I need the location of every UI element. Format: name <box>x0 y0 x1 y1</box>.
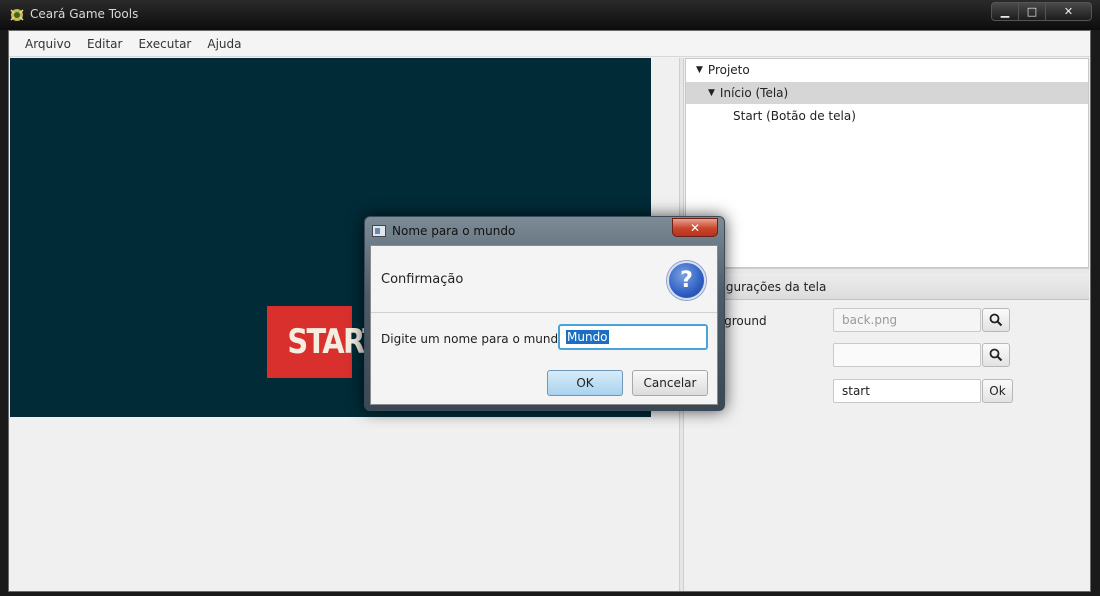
search-icon <box>989 348 1003 362</box>
screen-settings-panel: Configurações da tela Background back.pn… <box>685 274 1089 591</box>
project-tree: ▼ Projeto ▼ Início (Tela) Start (Botão d… <box>685 58 1089 268</box>
menu-bar: Arquivo Editar Executar Ajuda <box>9 31 1090 57</box>
minimize-button[interactable]: ▁ <box>991 2 1019 21</box>
menu-executar[interactable]: Executar <box>130 37 199 51</box>
menu-ajuda[interactable]: Ajuda <box>199 37 249 51</box>
secondary-file-field[interactable] <box>833 343 981 367</box>
search-icon <box>989 313 1003 327</box>
dialog-header-text: Confirmação <box>381 272 464 287</box>
app-window: Ceará Game Tools ▁ □ ✕ Arquivo Editar Ex… <box>0 0 1100 596</box>
app-logo-icon <box>10 9 24 21</box>
right-panel: ▼ Projeto ▼ Início (Tela) Start (Botão d… <box>685 58 1089 591</box>
name-world-dialog: Nome para o mundo ✕ Confirmação ? Digite… <box>364 216 725 411</box>
maximize-icon: □ <box>1026 5 1038 18</box>
expand-triangle-icon[interactable]: ▼ <box>696 65 703 75</box>
expand-triangle-icon[interactable]: ▼ <box>708 88 715 98</box>
dialog-window-icon <box>372 225 386 237</box>
browse-background-button[interactable] <box>982 308 1010 332</box>
name-ok-button[interactable]: Ok <box>982 379 1013 403</box>
dialog-header: Confirmação ? <box>371 246 717 313</box>
minimize-icon: ▁ <box>1000 5 1010 18</box>
canvas-lower-area <box>10 417 678 591</box>
window-title: Ceará Game Tools <box>30 7 139 21</box>
window-controls: ▁ □ ✕ <box>991 2 1092 21</box>
dialog-title: Nome para o mundo <box>392 224 516 238</box>
start-screen-button[interactable]: START <box>267 306 382 378</box>
menu-arquivo[interactable]: Arquivo <box>17 37 79 51</box>
screen-name-field[interactable]: start <box>833 379 981 403</box>
question-icon: ? <box>667 261 706 300</box>
tree-item-label: Projeto <box>707 63 750 77</box>
tree-item-label: Start (Botão de tela) <box>733 109 856 123</box>
background-field[interactable]: back.png <box>833 308 981 332</box>
dialog-body: Confirmação ? Digite um nome para o mund… <box>370 245 718 405</box>
world-name-label: Digite um nome para o mundo: <box>381 332 570 346</box>
world-name-input[interactable]: Mundo <box>558 324 708 350</box>
menu-editar[interactable]: Editar <box>79 37 131 51</box>
dialog-close-button[interactable]: ✕ <box>672 218 718 237</box>
tree-item-start[interactable]: Start (Botão de tela) <box>686 105 1088 127</box>
tree-item-inicio[interactable]: ▼ Início (Tela) <box>686 82 1088 104</box>
close-icon: ✕ <box>1063 5 1074 18</box>
ok-button[interactable]: OK <box>547 370 623 396</box>
close-icon: ✕ <box>689 220 701 235</box>
cancel-button[interactable]: Cancelar <box>632 370 708 396</box>
world-name-value: Mundo <box>566 330 609 344</box>
tree-item-label: Início (Tela) <box>719 86 789 100</box>
settings-header[interactable]: Configurações da tela <box>685 274 1089 300</box>
browse-secondary-button[interactable] <box>982 343 1010 367</box>
maximize-button[interactable]: □ <box>1019 2 1046 21</box>
title-bar[interactable]: Ceará Game Tools ▁ □ ✕ <box>0 0 1100 30</box>
tree-item-projeto[interactable]: ▼ Projeto <box>686 59 1088 81</box>
close-button[interactable]: ✕ <box>1046 2 1092 21</box>
